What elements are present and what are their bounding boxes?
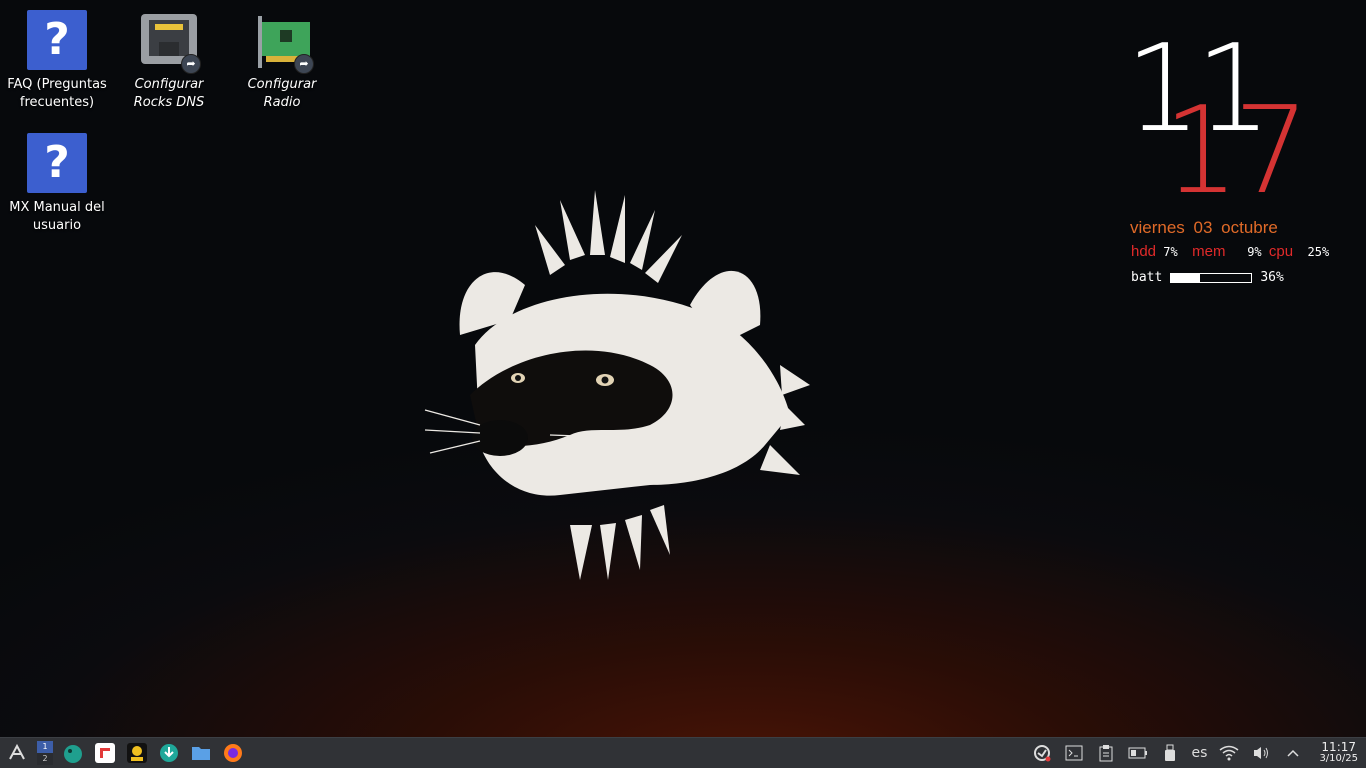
taskbar: 1 2 es 11:17 3/10/25 [0,737,1366,768]
updater-icon[interactable] [1032,743,1052,763]
workspace-1[interactable]: 1 [37,741,53,753]
clock-time: 11:17 [1321,740,1357,754]
desktop-icon-label: MX Manual del usuario [9,200,105,233]
desktop-icon-manual[interactable]: ? MX Manual del usuario [7,133,107,235]
shortcut-arrow-icon: ➦ [294,54,314,74]
mem-label: mem [1192,243,1226,260]
clock-date: viernes 03 octubre [1130,218,1278,237]
cpu-label: cpu [1268,243,1294,260]
raccoon-wallpaper-art [424,190,810,580]
cpu-value: 25% [1307,245,1330,259]
desktop-icon-faq[interactable]: ? FAQ (Preguntas frecuentes) [7,10,107,112]
question-icon: ? [27,133,87,193]
battery-bar-fill [1171,273,1201,282]
pci-card-icon: ➦ [252,10,314,74]
desktop-icon-label: Configurar Radio [247,77,317,110]
bulk-renamer-icon[interactable] [125,741,149,765]
taskbar-clock[interactable]: 11:17 3/10/25 [1319,740,1358,764]
network-card-icon: ➦ [139,10,201,74]
battery-icon[interactable] [1128,743,1148,763]
workspace-pager[interactable]: 1 2 [37,741,53,765]
firefox-icon[interactable] [221,741,245,765]
clock-minutes: 17 [1163,82,1310,221]
taskbar-launchers: 1 2 [0,741,245,765]
system-stats: hdd 7% mem 9% cpu 25% [1131,243,1329,260]
clipboard-icon[interactable] [1096,743,1116,763]
hdd-label: hdd [1131,243,1157,260]
battery-label: batt [1131,270,1163,285]
shortcut-arrow-icon: ➦ [181,54,201,74]
mx-package-icon[interactable] [61,741,85,765]
desktop-icon-label: Configurar Rocks DNS [133,77,205,110]
wifi-icon[interactable] [1219,743,1239,763]
mx-installer-icon[interactable] [157,741,181,765]
workspace-2[interactable]: 2 [37,753,53,765]
system-tray: es 11:17 3/10/25 [1032,738,1358,768]
battery-stat: batt 36% [1131,270,1284,285]
flatpak-icon[interactable] [93,741,117,765]
desktop-icon-radio[interactable]: ➦ Configurar Radio [232,10,332,112]
conky-clock-widget: 11 17 viernes 03 octubre hdd 7% mem 9% c… [1125,30,1355,300]
question-icon: ? [27,10,87,70]
expand-tray-icon[interactable] [1283,743,1303,763]
keyboard-layout[interactable]: es [1192,745,1208,761]
terminal-icon[interactable] [1064,743,1084,763]
desktop-icon-rocks-dns[interactable]: ➦ Configurar Rocks DNS [119,10,219,112]
desktop-icon-label: FAQ (Preguntas frecuentes) [7,77,107,110]
file-manager-icon[interactable] [189,741,213,765]
mem-value: 9% [1247,245,1262,259]
battery-value: 36% [1260,270,1284,285]
hdd-value: 7% [1163,245,1178,259]
volume-icon[interactable] [1251,743,1271,763]
usb-icon[interactable] [1160,743,1180,763]
clock-date-short: 3/10/25 [1319,753,1358,764]
battery-bar [1170,272,1253,283]
mx-tools-icon[interactable] [5,741,29,765]
